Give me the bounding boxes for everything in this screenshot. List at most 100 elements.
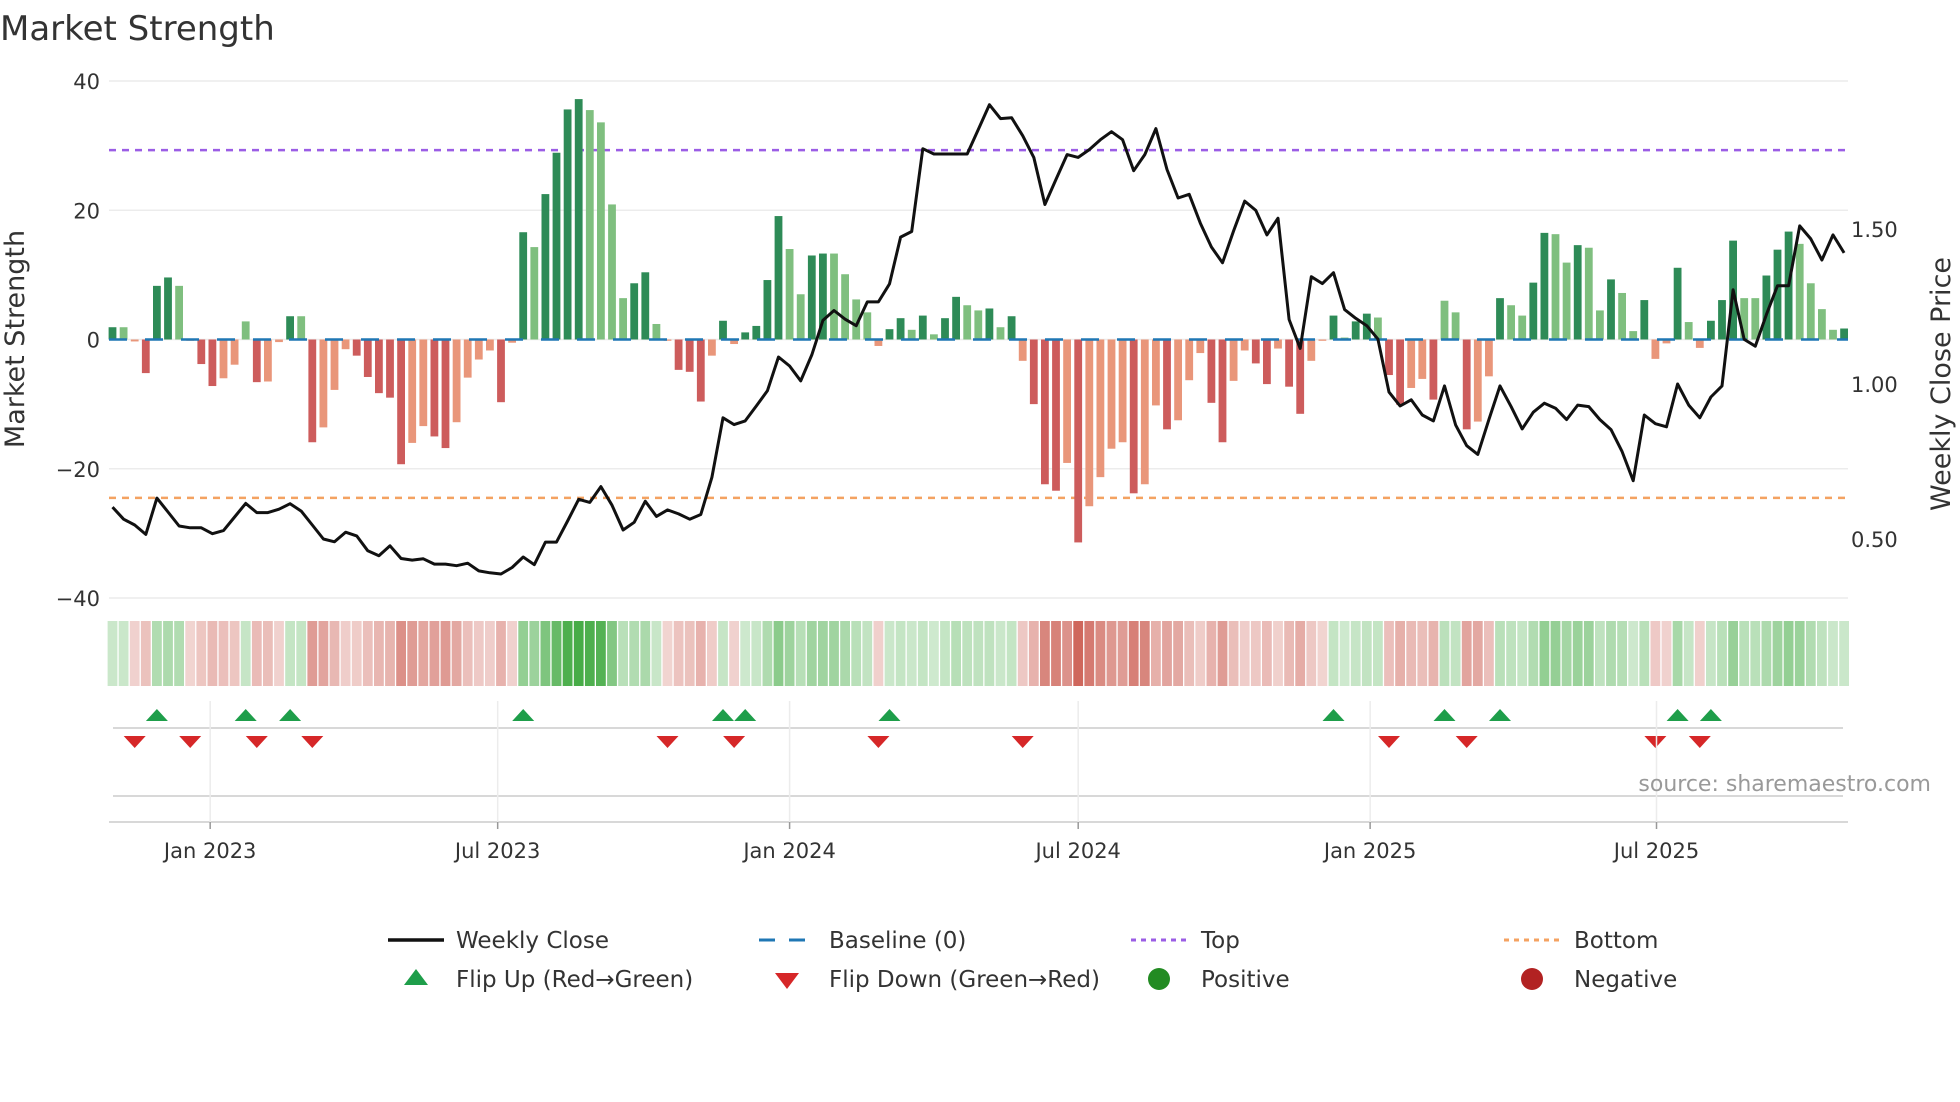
strength-bar	[630, 283, 639, 340]
legend-label: Negative	[1574, 967, 1677, 993]
heat-cell	[1250, 621, 1261, 686]
strength-bar	[1041, 339, 1049, 485]
strength-bar	[708, 339, 716, 356]
flip-markers	[109, 709, 1848, 823]
strength-bar	[230, 339, 239, 365]
heat-cell	[662, 621, 673, 686]
strength-bar	[1462, 339, 1471, 430]
heat-cell	[795, 621, 806, 686]
strength-bar	[1573, 245, 1582, 340]
heat-cell	[129, 621, 140, 686]
strength-bar	[141, 339, 150, 374]
strength-bar	[941, 318, 949, 340]
heat-cell	[995, 621, 1006, 686]
strength-bar	[774, 216, 783, 340]
flip-up-marker	[512, 709, 535, 721]
heat-cell	[1595, 621, 1605, 686]
strength-bar	[175, 285, 183, 340]
heat-cell	[929, 621, 939, 686]
strength-bar	[674, 339, 683, 370]
heat-cell	[1128, 621, 1139, 686]
strength-bar	[164, 277, 172, 340]
strength-bar	[1751, 298, 1760, 340]
strength-bar	[486, 339, 494, 351]
flip-up-marker	[1699, 709, 1722, 721]
strength-bar	[796, 294, 805, 340]
strength-bar	[841, 274, 849, 340]
strength-bar	[108, 327, 117, 340]
y2-axis-ticks: 1.50 1.00 0.50	[1851, 218, 1898, 552]
y2-axis-label: Weekly Close Price	[1926, 257, 1957, 511]
heat-cell	[207, 621, 218, 686]
flip-down-marker	[245, 736, 268, 748]
heat-cell	[1306, 621, 1317, 686]
heat-cell	[1472, 621, 1483, 686]
heat-cell	[962, 621, 973, 686]
legend: Weekly Close Baseline (0) Top Bottom Flip Up…	[388, 928, 1677, 993]
heat-cell	[1583, 621, 1594, 686]
legend-circle-icon	[1148, 968, 1170, 990]
heat-cell	[1539, 621, 1550, 686]
strength-bar	[375, 339, 383, 394]
heat-cell	[362, 621, 373, 686]
strength-bar	[907, 329, 916, 340]
flip-up-marker	[1433, 709, 1456, 721]
strength-bar	[1163, 339, 1171, 430]
heat-cell	[429, 621, 440, 686]
heat-cell	[1839, 621, 1849, 686]
heat-cell	[951, 621, 961, 686]
strength-bar	[752, 325, 761, 340]
heat-cell	[1794, 621, 1805, 686]
strength-bar	[1496, 298, 1504, 340]
heat-cell	[1484, 621, 1494, 686]
heat-cell	[551, 621, 562, 686]
heat-cell	[1373, 621, 1383, 686]
heat-cell	[1040, 621, 1050, 686]
legend-label: Baseline (0)	[829, 928, 966, 954]
heat-cell	[1739, 621, 1750, 686]
strength-bar	[1285, 339, 1293, 387]
strength-bar	[1274, 339, 1282, 349]
heat-cell	[707, 621, 717, 686]
strength-bar	[1140, 339, 1149, 485]
strength-bar	[930, 334, 938, 340]
strength-bar	[1207, 339, 1216, 403]
heat-cell	[1528, 621, 1539, 686]
strength-bar	[974, 310, 983, 340]
strength-bar	[1107, 339, 1116, 449]
heat-cell	[773, 621, 784, 686]
strength-bar	[785, 249, 794, 340]
heat-cell	[1162, 621, 1172, 686]
strength-bar	[597, 122, 605, 340]
strength-bar	[1429, 339, 1438, 400]
flip-up-marker	[145, 709, 168, 721]
heat-cell	[451, 621, 462, 686]
y-axis-label: Market Strength	[0, 230, 31, 448]
legend-label: Top	[1200, 928, 1240, 954]
heat-cell	[1317, 621, 1328, 686]
heat-cell	[540, 621, 551, 686]
strength-bar	[1440, 300, 1449, 340]
strength-bar	[397, 339, 405, 465]
strength-bar	[308, 339, 317, 443]
strength-bar	[1640, 300, 1649, 340]
heat-cell	[1461, 621, 1472, 686]
strength-bar	[386, 339, 394, 398]
x-tick-label: Jul 2025	[1612, 839, 1699, 863]
heat-cell	[1239, 621, 1250, 686]
heat-cell	[1062, 621, 1072, 686]
flip-up-marker	[1666, 709, 1689, 721]
strength-bar	[585, 110, 594, 340]
heat-cell	[718, 621, 728, 686]
heat-cell	[1228, 621, 1239, 686]
strength-bar	[1251, 339, 1260, 364]
heat-cell	[473, 621, 484, 686]
heat-cell	[618, 621, 628, 686]
heat-cell	[163, 621, 173, 686]
heat-cell	[107, 621, 118, 686]
strength-bar	[652, 323, 661, 340]
heat-cell	[185, 621, 196, 686]
strength-bar	[1052, 339, 1060, 491]
legend-label: Flip Up (Red→Green)	[456, 967, 693, 993]
strength-bar	[408, 339, 417, 443]
